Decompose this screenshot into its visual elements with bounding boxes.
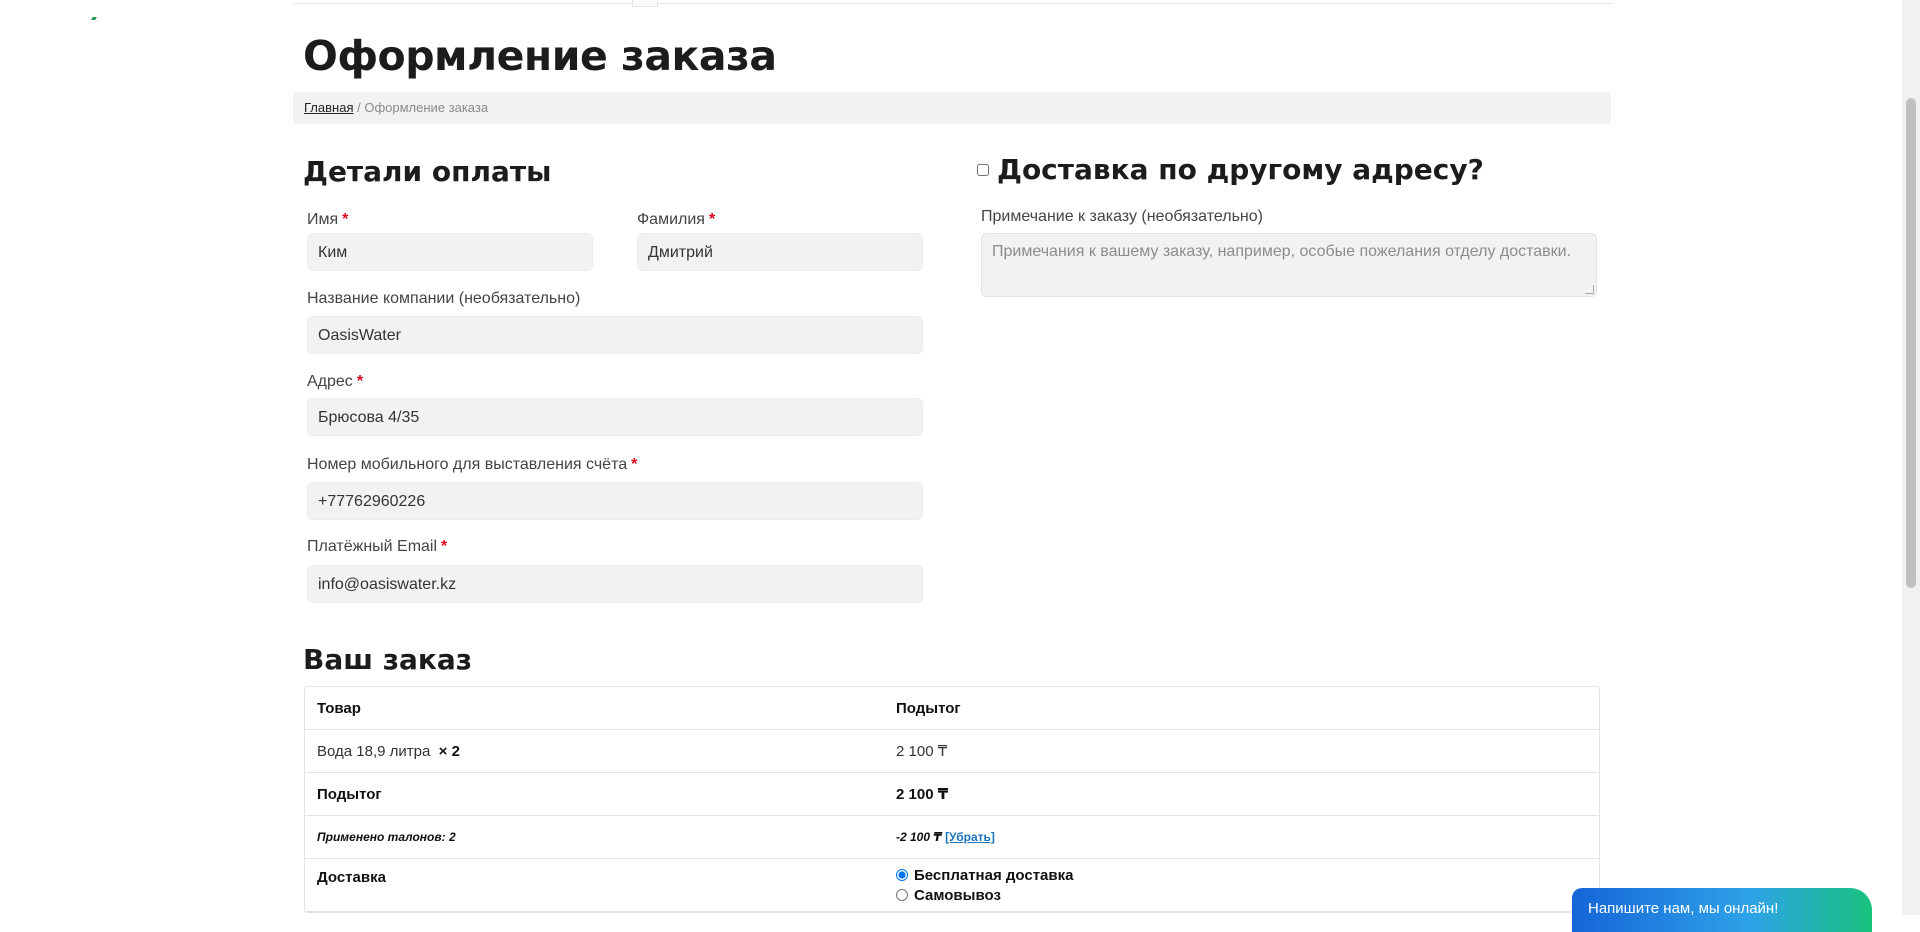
product-header: Товар: [305, 687, 884, 730]
subtotal-value: 2 100 ₸: [884, 773, 1599, 816]
scrollbar-thumb[interactable]: [1906, 98, 1916, 588]
email-input[interactable]: info@oasiswater.kz: [307, 565, 923, 603]
order-notes-label: Примечание к заказу (необязательно): [981, 208, 1263, 225]
coupon-row: Применено талонов: 2 -2 100 ₸ [Убрать]: [305, 816, 1599, 859]
delivery-label: Доставка: [305, 859, 884, 912]
first-name-label: Имя *: [307, 211, 348, 229]
delivery-pickup-radio[interactable]: [896, 889, 908, 901]
header-tab: [632, 0, 658, 7]
chat-widget-label: Напишите нам, мы онлайн!: [1588, 900, 1779, 917]
delivery-options: Бесплатная доставка Самовывоз: [884, 859, 1599, 912]
subtotal-label: Подытог: [305, 773, 884, 816]
delivery-pickup-label: Самовывоз: [914, 886, 1001, 904]
table-header-row: Товар Подытог: [305, 687, 1599, 730]
company-label: Название компании (необязательно): [307, 290, 581, 307]
ship-to-different-address-checkbox[interactable]: [977, 163, 989, 176]
required-mark: *: [631, 456, 638, 473]
required-mark: *: [356, 373, 364, 390]
coupon-label: Применено талонов: 2: [305, 816, 884, 859]
billing-title: Детали оплаты: [303, 155, 552, 188]
order-title: Ваш заказ: [303, 643, 473, 676]
address-label: Адрес *: [307, 373, 363, 391]
breadcrumb-home-link[interactable]: Главная: [304, 100, 353, 115]
product-cell: Вода 18,9 литра × 2: [305, 730, 884, 773]
order-notes-placeholder: Примечания к вашему заказу, например, ос…: [992, 243, 1572, 260]
delivery-option-pickup[interactable]: Самовывоз: [896, 885, 1587, 905]
breadcrumb-separator: /: [353, 100, 365, 115]
coupon-value: -2 100 ₸: [896, 830, 942, 844]
table-row: Вода 18,9 литра × 2 2 100 ₸: [305, 730, 1599, 773]
header-divider: [293, 3, 1613, 4]
resize-grip-icon[interactable]: [1585, 285, 1594, 294]
last-name-input[interactable]: Дмитрий: [637, 233, 923, 271]
phone-label: Номер мобильного для выставления счёта *: [307, 456, 637, 474]
email-label: Платёжный Email *: [307, 538, 447, 556]
scrollbar[interactable]: [1902, 0, 1920, 915]
delivery-free-radio[interactable]: [896, 869, 908, 881]
delivery-free-label: Бесплатная доставка: [914, 866, 1074, 884]
coupon-cell: -2 100 ₸ [Убрать]: [884, 816, 1599, 859]
product-name: Вода 18,9 литра: [317, 742, 431, 760]
subtotal-row: Подытог 2 100 ₸: [305, 773, 1599, 816]
remove-coupon-link[interactable]: [Убрать]: [945, 830, 995, 844]
order-notes-textarea[interactable]: Примечания к вашему заказу, например, ос…: [981, 233, 1597, 297]
phone-label-text: Номер мобильного для выставления счёта: [307, 456, 628, 473]
required-mark: *: [441, 538, 448, 555]
address-label-text: Адрес: [307, 373, 353, 390]
chat-widget[interactable]: Напишите нам, мы онлайн!: [1572, 888, 1872, 932]
phone-input[interactable]: +77762960226: [307, 482, 923, 520]
product-quantity: × 2: [438, 742, 460, 760]
required-mark: *: [708, 211, 716, 228]
breadcrumb: Главная / Оформление заказа: [293, 92, 1611, 124]
delivery-option-free[interactable]: Бесплатная доставка: [896, 865, 1587, 885]
ship-to-different-address: Доставка по другому адресу?: [977, 153, 1484, 186]
subtotal-header: Подытог: [884, 687, 1599, 730]
email-label-text: Платёжный Email: [307, 538, 438, 555]
breadcrumb-current: Оформление заказа: [364, 100, 489, 115]
last-name-label: Фамилия *: [637, 211, 715, 229]
delivery-row: Доставка Бесплатная доставка Самовывоз: [305, 859, 1599, 912]
order-table: Товар Подытог Вода 18,9 литра × 2 2 100 …: [304, 686, 1600, 913]
shipping-title: Доставка по другому адресу?: [997, 153, 1484, 186]
required-mark: *: [342, 211, 349, 228]
page-title: Оформление заказа: [303, 32, 777, 80]
last-name-label-text: Фамилия: [637, 211, 705, 228]
logo-fragment: [91, 17, 97, 20]
first-name-input[interactable]: Ким: [307, 233, 593, 271]
first-name-label-text: Имя: [307, 211, 339, 228]
address-input[interactable]: Брюсова 4/35: [307, 398, 923, 436]
company-input[interactable]: OasisWater: [307, 316, 923, 354]
product-subtotal: 2 100 ₸: [884, 730, 1599, 773]
